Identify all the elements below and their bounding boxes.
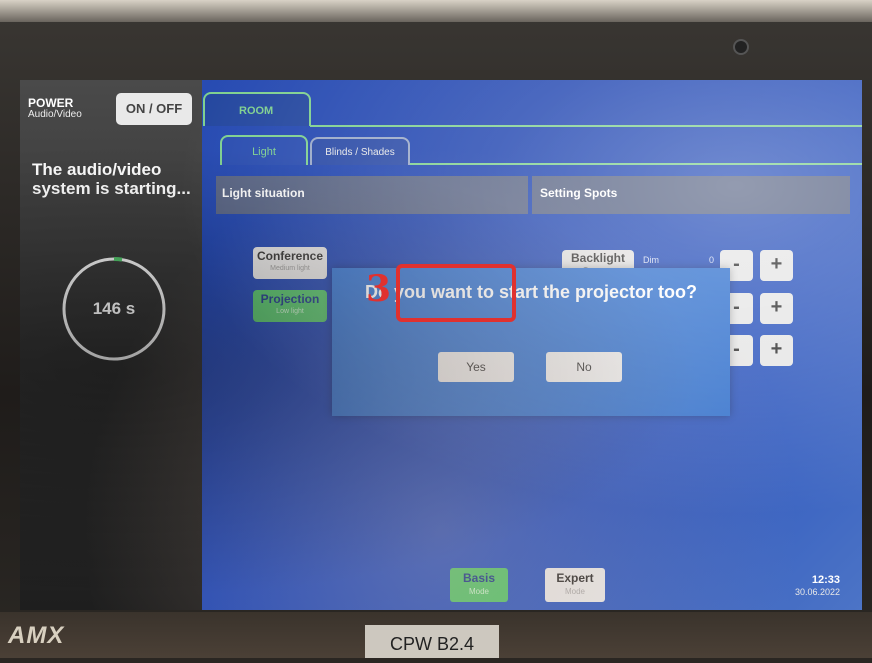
basis-mode-button[interactable]: Basis Mode bbox=[450, 568, 508, 602]
dialog-question: Do you want to start the projector too? bbox=[365, 282, 697, 302]
projector-confirm-dialog: Do you want to start the projector too? … bbox=[332, 268, 730, 416]
expert-mode-button[interactable]: Expert Mode bbox=[545, 568, 605, 602]
yes-highlight-box bbox=[396, 264, 516, 322]
clock-date: 30.06.2022 bbox=[794, 587, 840, 597]
light-situation-header: Light situation bbox=[216, 176, 528, 214]
no-button[interactable]: No bbox=[546, 352, 622, 382]
subtab-divider bbox=[410, 163, 862, 165]
scene-sublabel: Low light bbox=[276, 308, 304, 315]
scene-label: Conference bbox=[256, 249, 324, 263]
clock-time: 12:33 bbox=[811, 574, 840, 586]
bezel-top-edge bbox=[0, 0, 872, 22]
tab-room[interactable]: ROOM bbox=[203, 92, 311, 126]
amx-logo: AMX bbox=[8, 622, 65, 649]
dim-label: Dim bbox=[643, 255, 659, 265]
backlight-plus-button[interactable]: + bbox=[760, 250, 793, 281]
camera-sensor bbox=[733, 39, 749, 55]
countdown-seconds: 146 s bbox=[92, 299, 136, 318]
mode-label: Expert bbox=[556, 571, 594, 585]
tab-divider bbox=[310, 125, 862, 127]
spot3-plus-button[interactable]: + bbox=[760, 335, 793, 366]
scene-projection-button[interactable]: Projection Low light bbox=[253, 290, 327, 322]
setting-spots-header: Setting Spots bbox=[532, 176, 850, 214]
mode-label: Basis bbox=[462, 571, 496, 585]
mode-sublabel: Mode bbox=[468, 587, 489, 596]
dim-value: 0 bbox=[709, 255, 715, 265]
power-panel: POWER Audio/Video ON / OFF The audio/vid… bbox=[20, 80, 202, 610]
touch-screen: POWER Audio/Video ON / OFF The audio/vid… bbox=[20, 80, 862, 610]
startup-status-text: The audio/video system is starting... bbox=[32, 160, 191, 198]
scene-label: Projection bbox=[260, 292, 320, 306]
spot2-plus-button[interactable]: + bbox=[760, 293, 793, 324]
yes-button[interactable]: Yes bbox=[438, 352, 514, 382]
step-number-label: 3 bbox=[366, 268, 392, 310]
power-title: POWER bbox=[28, 96, 74, 110]
scene-conference-button[interactable]: Conference Medium light bbox=[253, 247, 327, 279]
power-subtitle: Audio/Video bbox=[28, 109, 82, 120]
mode-sublabel: Mode bbox=[564, 587, 585, 596]
tab-light[interactable]: Light bbox=[220, 135, 308, 165]
room-name-plate: CPW B2.4 bbox=[365, 625, 499, 658]
tab-blinds-shades[interactable]: Blinds / Shades bbox=[310, 137, 410, 165]
power-on-off-button[interactable]: ON / OFF bbox=[116, 93, 192, 125]
scene-sublabel: Medium light bbox=[270, 265, 310, 272]
